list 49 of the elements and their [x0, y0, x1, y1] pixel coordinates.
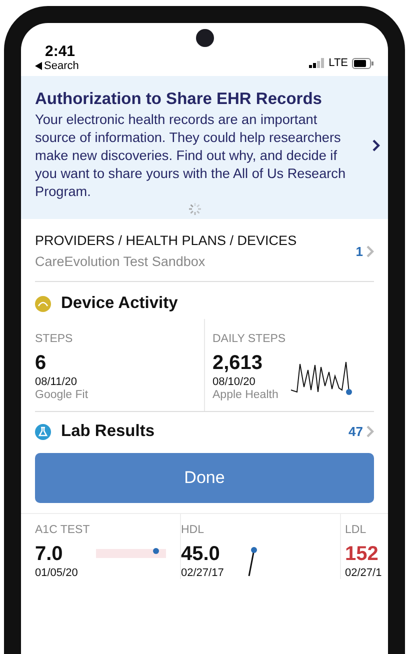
- lab-test-card[interactable]: A1C TEST 7.0 01/05/20: [21, 514, 181, 579]
- metric-source: Apple Health: [212, 389, 280, 401]
- trend-chart: [246, 546, 258, 578]
- chevron-icon: [366, 244, 374, 258]
- providers-row[interactable]: PROVIDERS / HEALTH PLANS / DEVICES CareEvolution Test Sandbox 1: [35, 219, 374, 282]
- providers-count: 1: [356, 244, 363, 258]
- metric-date: 08/10/20: [212, 376, 256, 388]
- lab-results-title: Lab Results: [61, 422, 155, 441]
- metric-label: DAILY STEPS: [212, 333, 286, 345]
- metric-label: STEPS: [35, 333, 74, 345]
- metric-source: Google Fit: [35, 389, 88, 401]
- flask-icon: [35, 424, 51, 440]
- chevron-icon: [366, 425, 374, 438]
- lab-test-date: 02/27/1: [345, 567, 382, 579]
- status-time: 2:41: [44, 43, 76, 60]
- metric-card[interactable]: DAILY STEPS 2,613 08/10/20 Apple Health: [204, 319, 374, 411]
- lab-test-value: 45.0: [181, 543, 221, 566]
- metric-card[interactable]: STEPS 6 08/11/20 Google Fit: [35, 319, 204, 411]
- loading-spinner-icon: [187, 201, 203, 217]
- back-link[interactable]: Search: [35, 60, 79, 72]
- banner-body: Your electronic health records are an important source of information. They could help researchers make new discoveries. Find out why, and decide if you want to share yours with the All of Us Research Program.: [35, 111, 347, 201]
- done-button[interactable]: Done: [35, 453, 374, 503]
- providers-title: PROVIDERS / HEALTH PLANS / DEVICES: [35, 233, 297, 248]
- network-label: LTE: [328, 57, 348, 69]
- back-arrow-icon: [35, 62, 42, 70]
- lab-test-name: A1C TEST: [35, 524, 90, 536]
- lab-test-value: 7.0: [35, 543, 64, 566]
- metric-date: 08/11/20: [35, 376, 78, 388]
- range-chart: [96, 546, 166, 560]
- battery-icon: [352, 58, 374, 68]
- lab-results-count: 47: [348, 424, 363, 439]
- sparkline-chart: [290, 361, 354, 397]
- metric-value: 2,613: [212, 352, 264, 375]
- lab-test-card[interactable]: LDL 152 02/27/1: [341, 514, 388, 579]
- lab-test-name: LDL: [345, 524, 368, 536]
- lab-test-date: 01/05/20: [35, 567, 79, 579]
- chevron-icon: [372, 139, 380, 152]
- camera-icon: [196, 29, 214, 47]
- lab-test-date: 02/27/17: [181, 567, 224, 579]
- providers-subtitle: CareEvolution Test Sandbox: [35, 254, 206, 269]
- lab-test-name: HDL: [181, 524, 206, 536]
- device-activity-title: Device Activity: [61, 294, 178, 313]
- share-records-banner[interactable]: [21, 76, 388, 219]
- lab-test-value: 152: [345, 543, 380, 566]
- lab-test-card[interactable]: HDL 45.0 02/27/17: [181, 514, 341, 579]
- activity-icon: [35, 296, 51, 312]
- metric-value: 6: [35, 352, 48, 375]
- signal-icon: [308, 58, 325, 68]
- banner-title: Authorization to Share EHR Records: [35, 90, 323, 109]
